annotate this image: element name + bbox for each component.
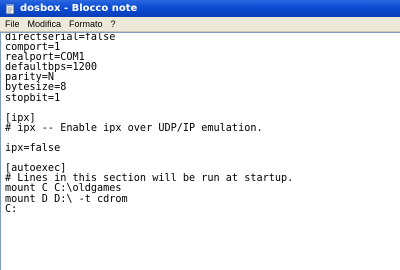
notepad-icon <box>5 3 15 14</box>
text-content[interactable]: directserial=false comport=1 realport=COM1… <box>5 33 400 270</box>
text-line: mount D D:\ -t cdrom <box>5 193 128 205</box>
text-line: directserial=false <box>5 33 116 43</box>
text-area[interactable]: directserial=false comport=1 realport=COM1… <box>0 32 400 270</box>
text-line: ipx=false <box>5 143 61 155</box>
text-line: bytesize=8 <box>5 82 67 94</box>
text-line: mount C C:\oldgames <box>5 183 122 195</box>
menu-formato[interactable]: Formato <box>65 17 107 31</box>
text-line: defaultbps=1200 <box>5 62 98 74</box>
menu-help[interactable]: ? <box>107 17 120 31</box>
menu-bar: File Modifica Formato ? <box>0 17 400 32</box>
text-line: stopbit=1 <box>5 92 61 104</box>
menu-modifica[interactable]: Modifica <box>24 17 66 31</box>
notepad-window: dosbox - Blocco note File Modifica Forma… <box>0 0 400 270</box>
text-line: ​ <box>5 104 400 114</box>
window-title: dosbox - Blocco note <box>20 3 138 14</box>
text-line: C: <box>5 203 18 215</box>
menu-file[interactable]: File <box>0 17 24 31</box>
text-line: # ipx -- Enable ipx over UDP/IP emulatio… <box>5 122 263 134</box>
text-line: ​ <box>5 134 400 144</box>
title-bar[interactable]: dosbox - Blocco note <box>0 0 400 17</box>
